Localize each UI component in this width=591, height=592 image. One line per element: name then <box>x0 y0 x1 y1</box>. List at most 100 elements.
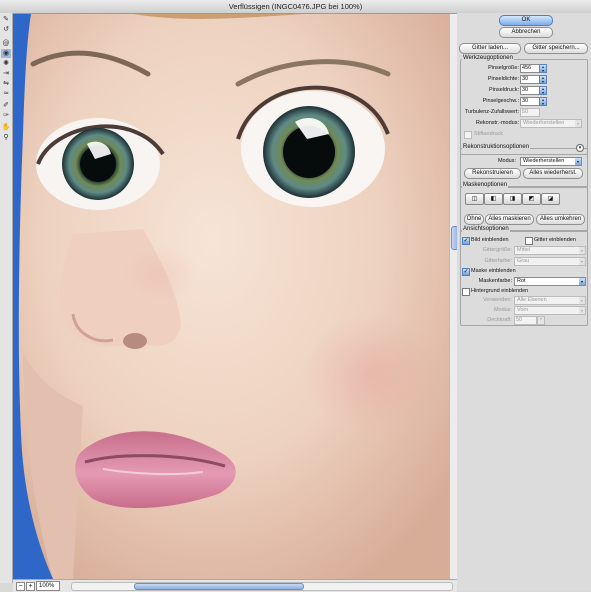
mask-replace-icon[interactable]: ◫ <box>465 193 484 205</box>
turbulence-label: Turbulenz-Zufallswert: <box>464 109 519 115</box>
load-mesh-button[interactable]: Gitter laden... <box>459 43 521 54</box>
stylus-pressure-label: Stiftandruck <box>474 131 504 137</box>
mask-subtract-icon[interactable]: ◨ <box>503 193 522 205</box>
chevron-down-icon: ▾ <box>579 258 585 265</box>
mask-intersect-icon[interactable]: ◩ <box>522 193 541 205</box>
opacity-label: Deckkraft: <box>487 317 512 323</box>
mirror-icon[interactable]: ⇋ <box>1 79 11 88</box>
horizontal-scrollbar[interactable] <box>71 582 453 591</box>
brush-size-stepper[interactable]: ▴ ▾ <box>539 64 547 73</box>
chevron-down-icon: ▾ <box>579 297 585 304</box>
zoom-out-button[interactable]: − <box>16 582 25 591</box>
brush-rate-label: Pinselgeschw.: <box>482 98 519 104</box>
brush-size-field[interactable]: 456 <box>520 64 540 73</box>
chevron-down-icon: ▾ <box>575 120 581 127</box>
mesh-size-select[interactable]: Mittel ▾ <box>514 246 586 255</box>
reconstruct-mode-label: Rekonstr.-modus: <box>475 120 519 126</box>
show-backdrop-checkbox[interactable] <box>462 288 470 296</box>
push-left-icon[interactable]: ⇥ <box>1 69 11 78</box>
collapse-icon[interactable]: ▾ <box>576 144 584 152</box>
reconstruct-mode-select[interactable]: Wiederherstellen ▾ <box>520 119 582 128</box>
brush-density-stepper[interactable]: ▴ ▾ <box>539 75 547 84</box>
backdrop-mode-label: Modus: <box>493 307 512 313</box>
pucker-icon[interactable]: ◉ <box>1 49 11 58</box>
zoom-in-button[interactable]: + <box>26 582 35 591</box>
show-mesh-checkbox[interactable] <box>525 237 533 245</box>
view-options-title: Ansichtsoptionen <box>462 226 510 232</box>
mask-options-title: Maskenoptionen <box>462 182 509 188</box>
brush-rate-field[interactable]: 30 <box>520 97 540 106</box>
forward-warp-icon[interactable]: ✎ <box>1 15 11 24</box>
title-bar: Verflüssigen (INGC0476.JPG bei 100%) <box>0 0 591 14</box>
save-mesh-button[interactable]: Gitter speichern... <box>524 43 588 54</box>
chevron-down-icon: ▾ <box>579 247 585 254</box>
mask-invert-icon[interactable]: ◪ <box>541 193 560 205</box>
mesh-size-value: Mittel <box>517 247 531 253</box>
mesh-size-label: Gittergröße: <box>482 247 512 253</box>
window-title: Verflüssigen (INGC0476.JPG bei 100%) <box>228 2 363 11</box>
show-image-label: Bild einblenden <box>471 237 509 243</box>
turbulence-icon[interactable]: ≈ <box>1 89 11 98</box>
mesh-color-value: Grau <box>517 258 530 264</box>
image-canvas[interactable] <box>13 14 449 579</box>
reconstruct-mode-value-2: Wiederherstellen <box>523 158 565 164</box>
tool-options-title: Werkzeugoptionen <box>462 55 514 61</box>
turbulence-field[interactable]: 50 <box>520 108 540 117</box>
mask-mode-buttons: ◫ ◧ ◨ ◩ ◪ <box>465 193 585 205</box>
show-backdrop-label: Hintergrund einblenden <box>471 288 529 294</box>
status-bar: − + 100% <box>13 579 457 592</box>
show-mesh-label: Gitter einblenden <box>534 237 576 243</box>
bloat-icon[interactable]: ✺ <box>1 59 11 68</box>
brush-size-label: Pinselgröße: <box>488 65 519 71</box>
zoom-level-field[interactable]: 100% <box>36 581 60 591</box>
zoom-icon[interactable]: ⚲ <box>1 133 11 142</box>
use-select[interactable]: Alle Ebenen ▾ <box>514 296 586 305</box>
opacity-stepper[interactable]: ▾ <box>537 316 545 325</box>
show-mask-checkbox[interactable]: ✓ <box>462 268 470 276</box>
chevron-down-icon: ▾ <box>579 307 585 314</box>
freeze-mask-icon[interactable]: ✐ <box>1 101 11 110</box>
reconstruct-options-title: Rekonstruktionsoptionen <box>462 144 531 150</box>
mask-all-button[interactable]: Alles maskieren <box>485 214 534 225</box>
mask-color-select[interactable]: Rot ▾ <box>514 277 586 286</box>
brush-density-label: Pinseldichte: <box>487 76 519 82</box>
brush-pressure-label: Pinseldruck: <box>489 87 519 93</box>
reconstruct-icon[interactable]: ↺ <box>1 25 11 34</box>
twirl-icon[interactable]: @ <box>1 39 11 48</box>
reconstruct-mode-value: Wiederherstellen <box>523 120 565 126</box>
liquified-photo <box>13 14 449 579</box>
cancel-button[interactable]: Abbrechen <box>499 27 553 38</box>
options-panel: OK Abbrechen Gitter laden... Gitter spei… <box>457 13 591 591</box>
use-label: Verwenden: <box>482 297 512 303</box>
brush-rate-stepper[interactable]: ▴ ▾ <box>539 97 547 106</box>
tool-strip: ✎ ↺ @ ◉ ✺ ⇥ ⇋ ≈ ✐ ✑ ✋ ⚲ <box>0 13 13 583</box>
show-mask-label: Maske einblenden <box>471 268 516 274</box>
mask-color-value: Rot <box>517 278 526 284</box>
reconstruct-mode-select-2[interactable]: Wiederherstellen ▾ <box>520 157 582 166</box>
mask-add-icon[interactable]: ◧ <box>484 193 503 205</box>
reconstruct-mode-label-2: Modus: <box>497 158 516 164</box>
horizontal-scroll-thumb[interactable] <box>134 583 304 590</box>
mask-none-button[interactable]: Ohne <box>464 214 484 225</box>
brush-density-field[interactable]: 30 <box>520 75 540 84</box>
restore-all-button[interactable]: Alles wiederherst. <box>523 168 583 179</box>
thaw-mask-icon[interactable]: ✑ <box>1 111 11 120</box>
brush-pressure-field[interactable]: 30 <box>520 86 540 95</box>
mask-color-label: Maskenfarbe: <box>478 278 512 284</box>
brush-pressure-stepper[interactable]: ▴ ▾ <box>539 86 547 95</box>
stylus-pressure-checkbox[interactable] <box>464 131 472 139</box>
mesh-color-select[interactable]: Grau ▾ <box>514 257 586 266</box>
ok-button[interactable]: OK <box>499 15 553 26</box>
opacity-field[interactable]: 50 <box>514 316 537 325</box>
hand-icon[interactable]: ✋ <box>1 123 11 132</box>
backdrop-mode-value: Vorn <box>517 307 529 313</box>
mesh-color-label: Gitterfarbe: <box>484 258 512 264</box>
chevron-down-icon: ▾ <box>579 278 585 285</box>
reconstruct-button[interactable]: Rekonstruieren <box>464 168 521 179</box>
backdrop-mode-select[interactable]: Vorn ▾ <box>514 306 586 315</box>
chevron-down-icon: ▾ <box>575 158 581 165</box>
tool-options-group <box>460 59 588 155</box>
use-value: Alle Ebenen <box>517 297 547 303</box>
show-image-checkbox[interactable]: ✓ <box>462 237 470 245</box>
invert-all-button[interactable]: Alles umkehren <box>536 214 585 225</box>
